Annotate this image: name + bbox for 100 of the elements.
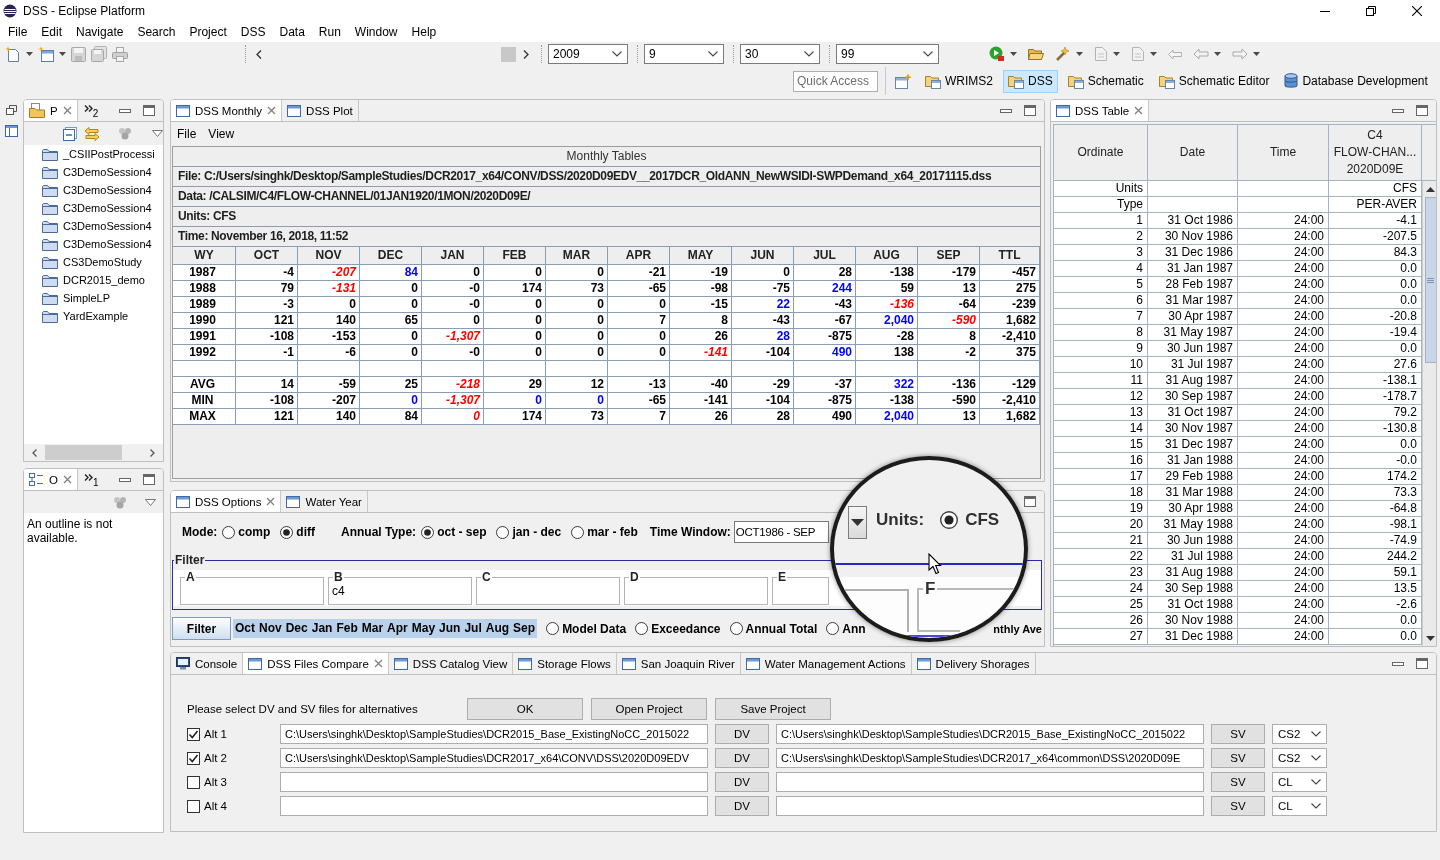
vertical-scrollbar[interactable] xyxy=(1422,181,1436,646)
radio-option[interactable]: diff xyxy=(280,525,315,539)
radio-icon[interactable] xyxy=(571,525,585,539)
scroll-down-icon[interactable] xyxy=(1426,635,1435,641)
view-tab[interactable]: San Joaquin River xyxy=(616,653,741,674)
action-button[interactable]: Save Project xyxy=(715,698,831,720)
dv-path-field[interactable] xyxy=(280,796,708,816)
month-item[interactable]: Jan xyxy=(309,619,335,638)
sv-button[interactable]: SV xyxy=(1211,724,1265,744)
radio-option[interactable]: Exceedance xyxy=(635,621,721,636)
link-arrows-icon[interactable] xyxy=(84,126,100,141)
month-item[interactable]: Sep xyxy=(511,619,538,638)
dv-button[interactable]: DV xyxy=(715,772,769,792)
action-button[interactable]: Open Project xyxy=(591,698,707,720)
view-tab[interactable]: Console xyxy=(171,653,244,674)
radio-icon[interactable] xyxy=(222,525,236,539)
view-tab[interactable]: Delivery Shorages xyxy=(911,653,1036,674)
dv-path-field[interactable]: C:\Users\singhk\Desktop\SampleStudies\DCR2017_x64\CONV\DSS\2020D09EDV xyxy=(280,748,708,768)
scenario-dropdown[interactable]: CS2 xyxy=(1272,748,1327,768)
alternative-checkbox[interactable]: Alt 4 xyxy=(187,799,273,813)
menu-item[interactable]: Window xyxy=(347,22,405,42)
open-perspective-icon[interactable] xyxy=(895,73,911,89)
chevron-down-icon[interactable] xyxy=(804,51,814,57)
view-tab[interactable]: P xyxy=(24,100,78,121)
chevron-down-icon[interactable] xyxy=(708,51,718,57)
radio-icon[interactable] xyxy=(826,622,840,635)
menu-item[interactable]: File xyxy=(177,127,197,141)
filter-field[interactable]: E xyxy=(772,570,829,605)
magnified-field[interactable]: F xyxy=(917,579,960,632)
scrollbar-thumb[interactable] xyxy=(45,445,122,460)
dropdown[interactable]: 99 xyxy=(836,44,939,64)
caret-icon[interactable] xyxy=(1113,52,1120,56)
minimize-icon[interactable] xyxy=(1392,661,1404,666)
checkbox-icon[interactable] xyxy=(187,751,200,765)
menu-item[interactable]: File xyxy=(1,22,35,42)
tree-item[interactable]: DCR2015_demo xyxy=(42,271,163,289)
close-icon[interactable] xyxy=(266,497,276,506)
view-tab[interactable]: DSS Files Compare xyxy=(243,653,389,674)
sv-path-field[interactable]: C:\Users\singhk\Desktop\SampleStudies\DCR2015_Base_ExistingNoCC_2015022 xyxy=(776,724,1204,744)
maximize-icon[interactable] xyxy=(143,474,155,485)
chevron-left-icon[interactable] xyxy=(256,49,262,59)
caret-icon[interactable] xyxy=(59,52,66,56)
scroll-right-icon[interactable] xyxy=(150,448,155,457)
alternative-checkbox[interactable]: Alt 2 xyxy=(187,751,273,765)
action-button[interactable]: OK xyxy=(467,698,583,720)
minimize-icon[interactable] xyxy=(1000,108,1012,113)
scroll-up-icon[interactable] xyxy=(1426,186,1435,192)
menu-item[interactable]: View xyxy=(208,127,235,141)
radio-icon[interactable] xyxy=(940,511,959,529)
maximize-icon[interactable] xyxy=(1024,105,1036,116)
checkbox-icon[interactable] xyxy=(187,727,200,741)
folder-open-icon[interactable] xyxy=(1028,47,1044,61)
month-item[interactable]: Feb xyxy=(334,619,360,638)
chevron-down-icon[interactable] xyxy=(1311,731,1321,737)
tree-item[interactable]: CS3DemoStudy xyxy=(42,253,163,271)
sv-button[interactable]: SV xyxy=(1211,748,1265,768)
dv-button[interactable]: DV xyxy=(715,748,769,768)
new-window-icon[interactable] xyxy=(38,46,54,62)
menu-item[interactable]: DSS xyxy=(233,22,273,42)
close-icon[interactable] xyxy=(1134,106,1144,115)
view-tab[interactable]: DSS Catalog View xyxy=(388,653,514,674)
month-item[interactable]: Mar xyxy=(359,619,386,638)
maximize-icon[interactable] xyxy=(1024,496,1036,507)
horizontal-scrollbar[interactable] xyxy=(24,444,163,461)
view-tab[interactable]: DSS Monthly xyxy=(171,100,283,121)
scenario-dropdown[interactable]: CL xyxy=(1272,796,1327,816)
caret-icon[interactable] xyxy=(1214,52,1221,56)
sv-path-field[interactable]: C:\Users\singhk\Desktop\SampleStudies\DCR2017_x64\common\DSS\2020D09E xyxy=(776,748,1204,768)
view-tab[interactable]: DSS Options xyxy=(171,491,282,512)
sv-button[interactable]: SV xyxy=(1211,796,1265,816)
radio-option[interactable]: mar - feb xyxy=(571,525,638,539)
radio-icon[interactable] xyxy=(729,622,743,635)
perspective-button[interactable]: Schematic xyxy=(1062,69,1149,93)
dropdown[interactable]: 9 xyxy=(644,44,724,64)
filter-button[interactable]: Filter xyxy=(172,617,231,640)
minimize-icon[interactable] xyxy=(119,108,131,113)
month-item[interactable]: Oct xyxy=(233,619,257,638)
radio-icon[interactable] xyxy=(280,525,294,539)
month-item[interactable]: Dec xyxy=(283,619,310,638)
tree-item[interactable]: C3DemoSession4 xyxy=(42,217,163,235)
restore-icon[interactable] xyxy=(6,105,17,115)
wand-icon[interactable] xyxy=(1055,46,1071,62)
chevron-down-icon[interactable] xyxy=(1311,803,1321,809)
radio-icon[interactable] xyxy=(496,525,510,539)
overflow-button[interactable]: 1 xyxy=(77,469,105,490)
tree-item[interactable]: C3DemoSession4 xyxy=(42,199,163,217)
chevron-down-icon[interactable] xyxy=(612,51,622,57)
view-tab[interactable]: O xyxy=(24,469,78,490)
tree-item[interactable]: C3DemoSession4 xyxy=(42,163,163,181)
filter-field[interactable]: B c4 xyxy=(328,570,472,605)
quick-access-field[interactable]: Quick Access xyxy=(793,70,878,92)
caret-icon[interactable] xyxy=(1150,52,1157,56)
sv-path-field[interactable] xyxy=(776,772,1204,792)
maximize-icon[interactable] xyxy=(143,105,155,116)
scrollbar-thumb[interactable] xyxy=(1424,197,1436,363)
close-icon[interactable] xyxy=(62,106,72,115)
menu-item[interactable]: Run xyxy=(311,22,348,42)
perspective-button[interactable]: DSS xyxy=(1003,69,1058,93)
overflow-button[interactable]: 2 xyxy=(77,100,105,121)
filter-field[interactable]: A xyxy=(180,570,324,605)
